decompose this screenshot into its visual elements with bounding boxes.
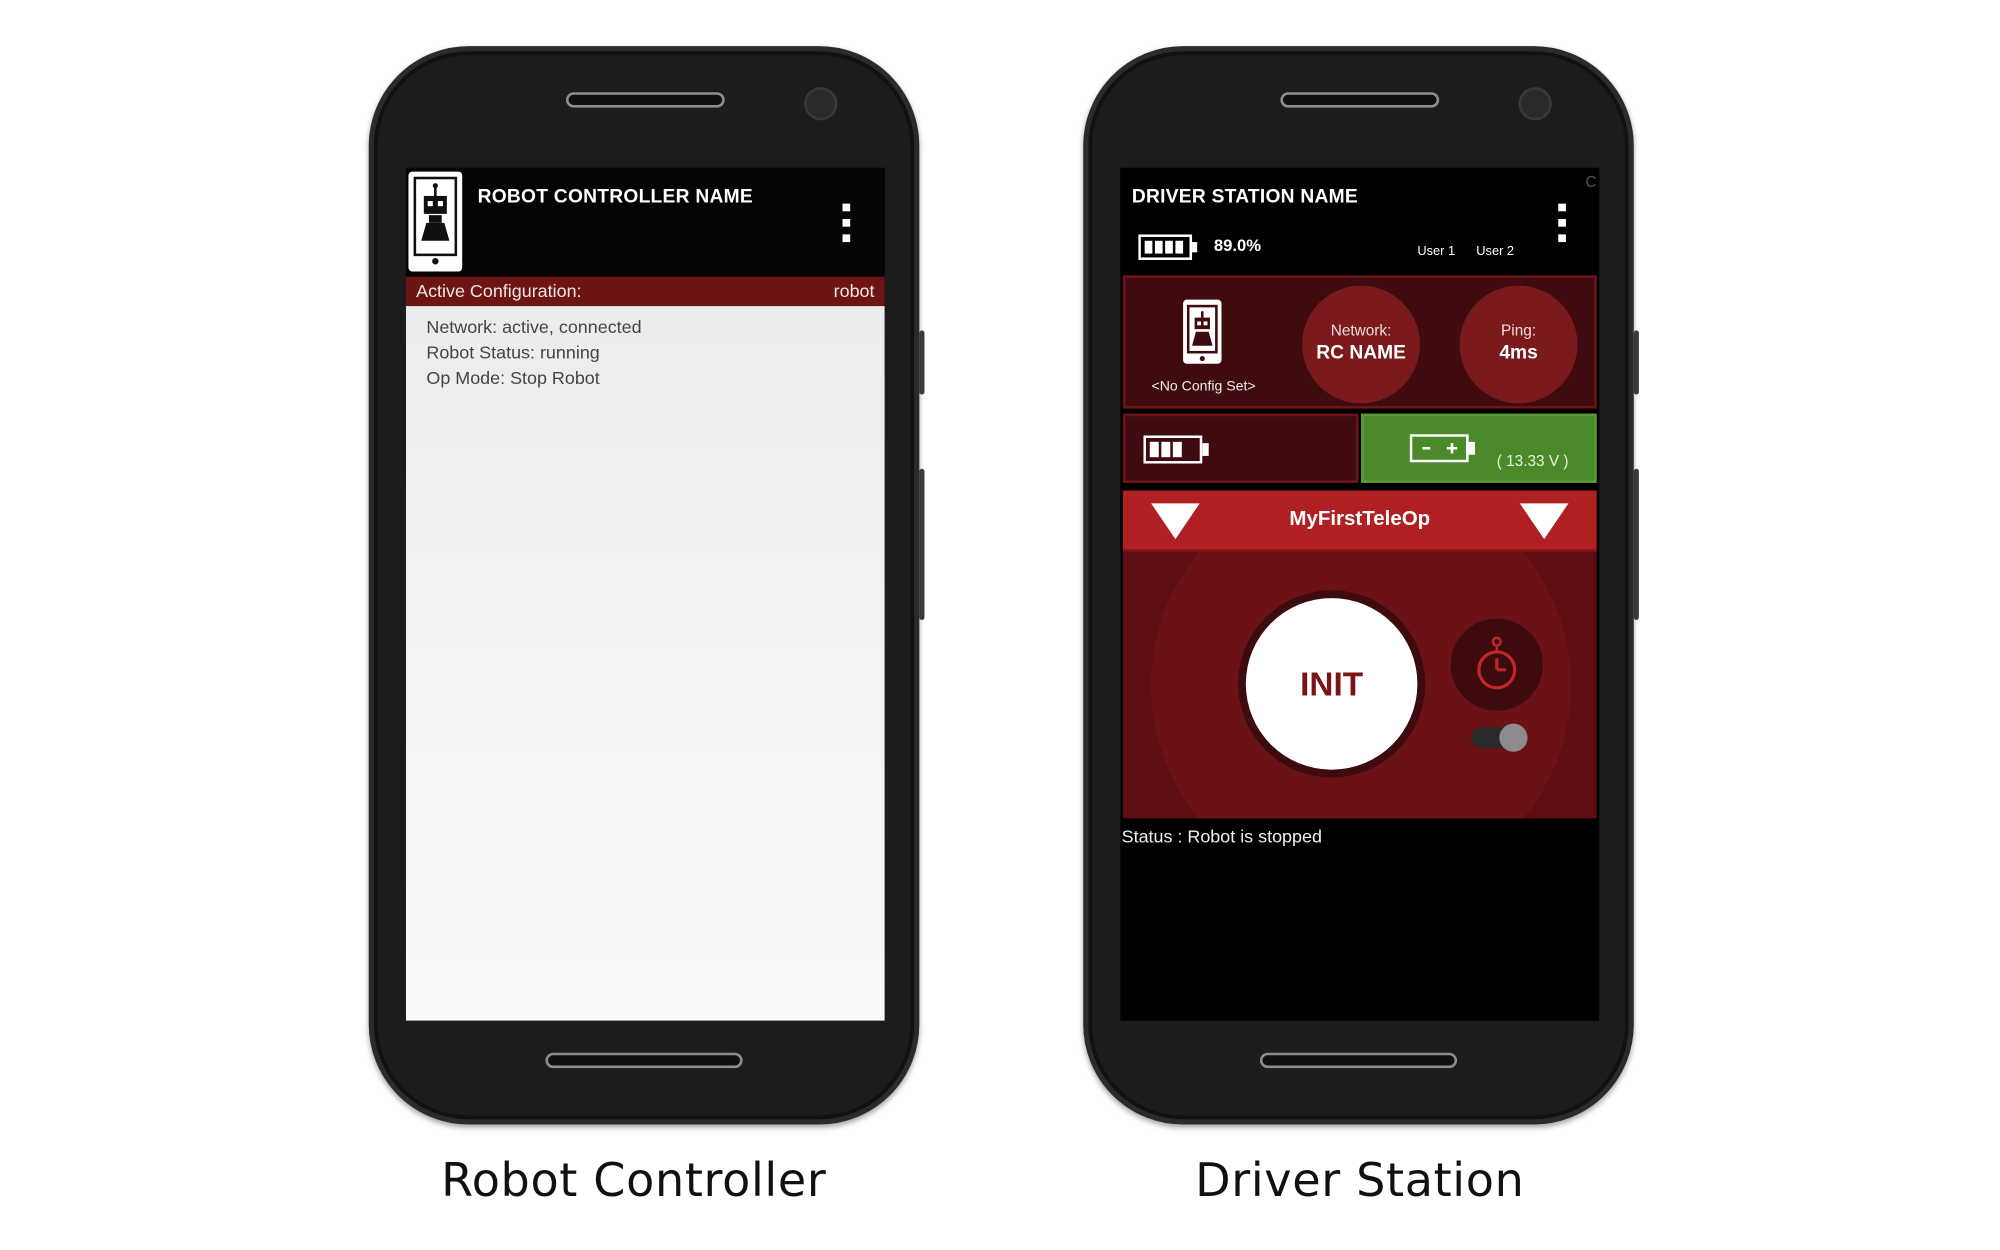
battery-icon (1143, 435, 1209, 464)
menu-overflow-icon[interactable] (841, 203, 851, 243)
rc-app-header: ROBOT CONTROLLER NAME (405, 167, 885, 277)
active-configuration-value: robot (833, 280, 875, 301)
rc-header-title: ROBOT CONTROLLER NAME (477, 185, 753, 208)
robot-controller-phone: ROBOT CONTROLLER NAME Active Configurati… (368, 46, 925, 1125)
connection-panel: <No Config Set> Network: RC NAME Ping: 4… (1122, 275, 1597, 409)
robot-controller-caption: Robot Controller (441, 1155, 827, 1208)
rc-battery-panel (1122, 413, 1359, 483)
network-value: RC NAME (1316, 341, 1406, 364)
stopwatch-icon (1477, 636, 1517, 690)
bottom-speaker (1259, 1052, 1458, 1069)
power-button (919, 330, 925, 395)
timer-toggle[interactable] (1471, 723, 1528, 752)
timer-toggle-knob (1499, 723, 1528, 752)
init-button[interactable]: INIT (1245, 598, 1418, 770)
driver-station-screen: DRIVER STATION NAME C 89.0% User 1 User … (1120, 167, 1600, 1021)
robot-controller-screen: ROBOT CONTROLLER NAME Active Configurati… (405, 167, 885, 1021)
robot-voltage: ( 13.33 V ) (1496, 452, 1569, 471)
network-label: Network: (1330, 321, 1392, 340)
ds-app-header: DRIVER STATION NAME C 89.0% User 1 User … (1120, 167, 1600, 276)
robot-controller-logo-icon (408, 171, 463, 272)
control-area: INIT (1122, 551, 1597, 819)
scene: ROBOT CONTROLLER NAME Active Configurati… (0, 0, 2000, 1250)
user-1-label: User 1 (1417, 244, 1456, 259)
op-mode-selector[interactable]: MyFirstTeleOp (1122, 490, 1597, 552)
user-2-label: User 2 (1476, 244, 1515, 259)
ping-value: 4ms (1499, 341, 1538, 364)
driver-station-phone: DRIVER STATION NAME C 89.0% User 1 User … (1083, 46, 1639, 1125)
ds-corner-char: C (1585, 172, 1597, 191)
front-camera-icon (1518, 87, 1552, 121)
robot-phone-icon (1182, 298, 1223, 365)
robot-status-text: Status : Robot is stopped (1121, 826, 1322, 847)
network-status-line: Network: active, connected (426, 316, 642, 337)
timer-button[interactable] (1450, 618, 1543, 711)
bottom-speaker (545, 1052, 743, 1069)
phone-battery-percent: 89.0% (1213, 235, 1262, 255)
op-mode-status-line: Op Mode: Stop Robot (426, 367, 600, 389)
robot-status-line: Robot Status: running (426, 341, 600, 363)
active-configuration-bar: Active Configuration: robot (405, 276, 885, 307)
active-configuration-label: Active Configuration: (416, 280, 582, 301)
config-status-text: <No Config Set> (1151, 379, 1256, 395)
driver-station-caption: Driver Station (1195, 1155, 1525, 1208)
ds-header-title: DRIVER STATION NAME (1131, 185, 1358, 208)
power-button (1633, 330, 1639, 395)
rc-status-area: Network: active, connected Robot Status:… (405, 306, 885, 1021)
volume-button (919, 468, 925, 620)
robot-battery-panel: ( 13.33 V ) (1361, 413, 1597, 483)
network-indicator: Network: RC NAME (1302, 285, 1420, 404)
robot-battery-icon (1409, 434, 1476, 463)
teleop-dropdown-triangle-icon[interactable] (1519, 503, 1569, 540)
menu-overflow-icon[interactable] (1557, 203, 1567, 243)
phone-battery-icon (1138, 234, 1198, 260)
ping-label: Ping: (1501, 321, 1537, 340)
front-camera-icon (804, 87, 838, 121)
volume-button (1633, 468, 1639, 620)
earpiece-speaker (565, 92, 725, 108)
ping-indicator: Ping: 4ms (1459, 285, 1578, 404)
earpiece-speaker (1280, 92, 1440, 108)
